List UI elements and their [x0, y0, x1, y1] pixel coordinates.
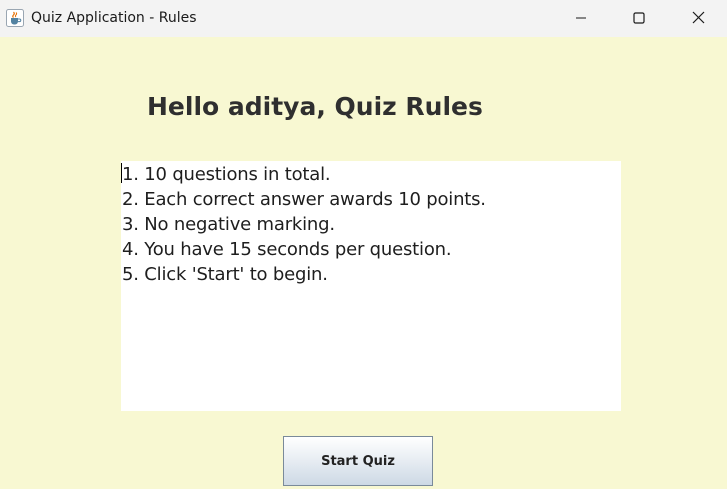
maximize-button[interactable]: [610, 0, 668, 37]
minimize-button[interactable]: [552, 0, 610, 37]
quiz-rules-window: Quiz Application - Rules Hello aditya, Q…: [0, 0, 727, 489]
rule-item: 3. No negative marking.: [122, 214, 335, 235]
page-title: Hello aditya, Quiz Rules: [147, 92, 483, 121]
rules-list: 1. 10 questions in total. 2. Each correc…: [122, 162, 486, 287]
close-button[interactable]: [669, 0, 727, 37]
minimize-icon: [575, 9, 587, 28]
rule-item: 1. 10 questions in total.: [122, 164, 331, 185]
rules-text-area[interactable]: 1. 10 questions in total. 2. Each correc…: [121, 161, 621, 411]
start-quiz-button[interactable]: Start Quiz: [283, 436, 433, 486]
title-bar[interactable]: Quiz Application - Rules: [0, 0, 727, 37]
close-icon: [692, 9, 705, 28]
rule-item: 4. You have 15 seconds per question.: [122, 239, 452, 260]
window-title: Quiz Application - Rules: [31, 10, 197, 26]
rules-panel: Hello aditya, Quiz Rules 1. 10 questions…: [0, 37, 727, 489]
rule-item: 5. Click 'Start' to begin.: [122, 264, 328, 285]
maximize-icon: [633, 9, 645, 28]
rule-item: 2. Each correct answer awards 10 points.: [122, 189, 486, 210]
java-cup-icon: [6, 9, 24, 27]
